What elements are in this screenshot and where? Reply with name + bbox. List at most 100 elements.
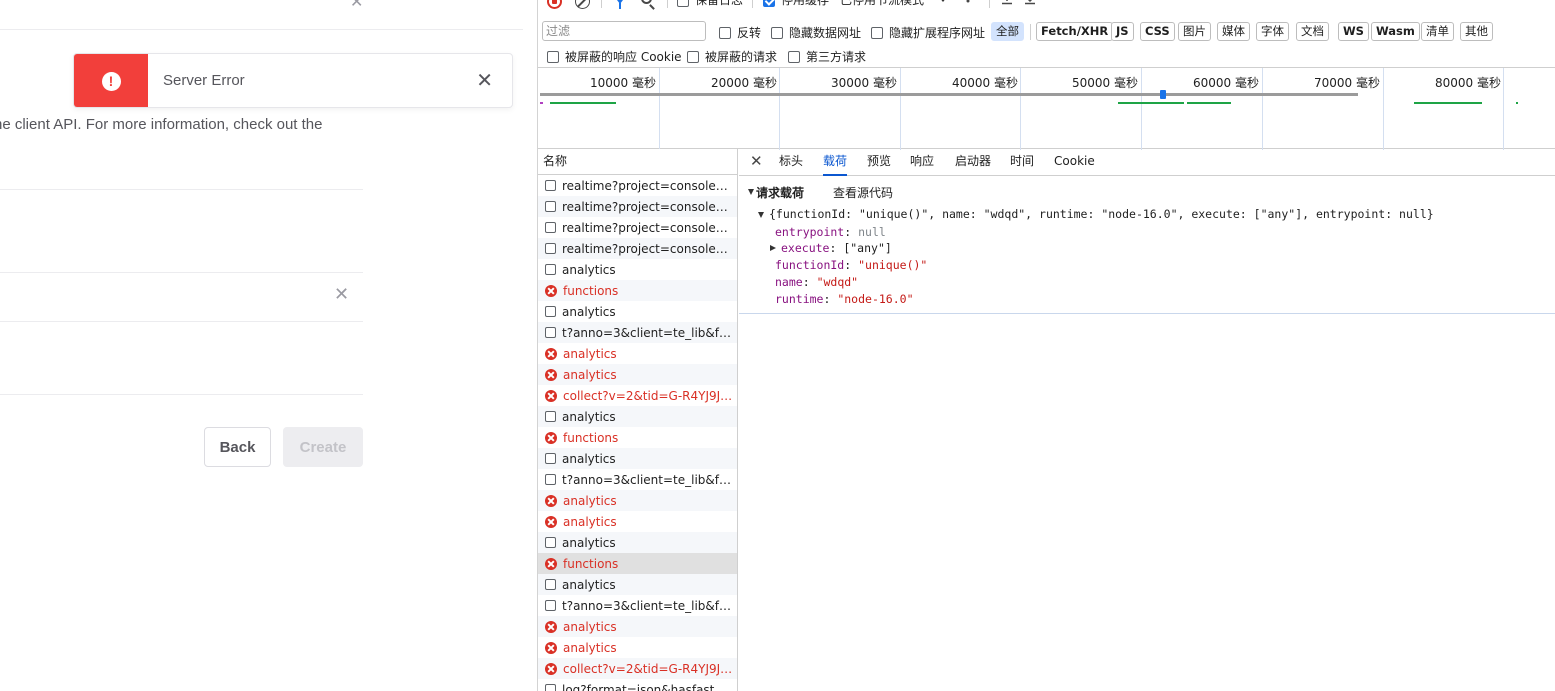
payload-summary[interactable]: {functionId: "unique()", name: "wdqd", r… — [769, 207, 1434, 221]
type-filter-fetch-xhr[interactable]: Fetch/XHR — [1036, 22, 1114, 41]
toolbar-separator — [667, 0, 668, 8]
view-source-link[interactable]: 查看源代码 — [833, 184, 893, 201]
request-row[interactable]: analytics — [538, 343, 737, 364]
name-column-header[interactable]: 名称 — [538, 149, 737, 175]
timeline-tick: 70000 毫秒 — [1314, 76, 1380, 90]
expand-arrow-icon[interactable] — [770, 245, 776, 251]
request-row[interactable]: realtime?project=console&ch... — [538, 175, 737, 196]
filter-icon[interactable] — [614, 0, 626, 9]
request-name: t?anno=3&client=te_lib&for... — [562, 598, 732, 613]
type-filter-font[interactable]: 字体 — [1256, 22, 1289, 41]
chevron-down-icon[interactable] — [939, 0, 947, 2]
request-row[interactable]: analytics — [538, 259, 737, 280]
blocked-cookies-label: 被屏蔽的响应 Cookie — [565, 50, 682, 64]
request-details: ✕ 标头 载荷 预览 响应 启动器 时间 Cookie 请求载荷 查看源代码 {… — [739, 149, 1555, 691]
clear-icon[interactable] — [575, 0, 590, 9]
throttling-select[interactable]: 已停用节流模式 — [840, 0, 924, 8]
request-row[interactable]: realtime?project=console&ch... — [538, 238, 737, 259]
request-row[interactable]: analytics — [538, 511, 737, 532]
tab-timing[interactable]: 时间 — [1010, 149, 1034, 176]
request-row[interactable]: analytics — [538, 406, 737, 427]
network-conditions-icon[interactable] — [960, 0, 976, 4]
request-name: realtime?project=console&ch... — [562, 241, 732, 256]
preserve-log-checkbox[interactable] — [677, 0, 689, 7]
request-icon — [545, 600, 556, 611]
hide-ext-urls-checkbox[interactable] — [871, 25, 883, 39]
close-icon[interactable]: ✕ — [750, 152, 763, 170]
back-button[interactable]: Back — [204, 427, 271, 467]
request-row[interactable]: analytics — [538, 616, 737, 637]
toast-close-icon[interactable]: ✕ — [476, 68, 493, 92]
type-filter-other[interactable]: 其他 — [1460, 22, 1493, 41]
invert-checkbox[interactable] — [719, 25, 731, 39]
type-filter-ws[interactable]: WS — [1338, 22, 1369, 41]
type-filter-js[interactable]: JS — [1111, 22, 1134, 41]
request-row[interactable]: collect?v=2&tid=G-R4YJ9JN8... — [538, 385, 737, 406]
payload-field-execute[interactable]: execute: ["any"] — [781, 241, 892, 255]
toolbar-separator — [1030, 24, 1031, 40]
third-party-checkbox[interactable] — [788, 49, 800, 63]
request-row[interactable]: analytics — [538, 364, 737, 385]
clear-field-icon[interactable]: ✕ — [334, 284, 349, 305]
request-row[interactable]: t?anno=3&client=te_lib&for... — [538, 469, 737, 490]
request-row[interactable]: t?anno=3&client=te_lib&for... — [538, 595, 737, 616]
app-pane: ✕ ! Server Error ✕ he client API. For mo… — [0, 0, 523, 691]
hide-data-urls-checkbox[interactable] — [771, 25, 783, 39]
type-filter-all[interactable]: 全部 — [991, 22, 1024, 41]
request-row[interactable]: realtime?project=console&ch... — [538, 196, 737, 217]
tab-cookies[interactable]: Cookie — [1054, 149, 1095, 176]
blocked-requests-label: 被屏蔽的请求 — [705, 50, 778, 64]
type-filter-media[interactable]: 媒体 — [1217, 22, 1250, 41]
create-button[interactable]: Create — [283, 427, 363, 467]
request-row[interactable]: functions — [538, 553, 737, 574]
request-row[interactable]: log?format=json&hasfast=tru... — [538, 679, 737, 691]
filter-input[interactable]: 过滤 — [542, 21, 706, 41]
request-row[interactable]: analytics — [538, 301, 737, 322]
request-row[interactable]: collect?v=2&tid=G-R4YJ9JN8... — [538, 658, 737, 679]
close-icon[interactable]: ✕ — [350, 0, 363, 11]
request-row[interactable]: analytics — [538, 490, 737, 511]
request-name: analytics — [563, 514, 617, 529]
tab-headers[interactable]: 标头 — [779, 149, 803, 176]
timeline-tick: 40000 毫秒 — [952, 76, 1018, 90]
timeline-request-bar — [1118, 102, 1184, 104]
request-row[interactable]: functions — [538, 427, 737, 448]
type-filter-img[interactable]: 图片 — [1178, 22, 1211, 41]
upload-icon[interactable] — [1001, 0, 1013, 5]
download-icon[interactable] — [1024, 0, 1036, 5]
error-icon — [545, 389, 557, 402]
type-filter-doc[interactable]: 文档 — [1296, 22, 1329, 41]
payload-field-name: name: "wdqd" — [775, 275, 859, 289]
type-filter-manifest[interactable]: 清单 — [1421, 22, 1454, 41]
tab-response[interactable]: 响应 — [910, 149, 934, 176]
timeline-overview[interactable]: 10000 毫秒 20000 毫秒 30000 毫秒 40000 毫秒 5000… — [538, 67, 1555, 150]
disable-cache-checkbox[interactable] — [763, 0, 775, 7]
tab-payload[interactable]: 载荷 — [823, 149, 848, 176]
request-name: analytics — [563, 367, 617, 382]
tab-initiator[interactable]: 启动器 — [955, 149, 991, 176]
field-value: "node-16.0" — [837, 292, 914, 306]
timeline-range-handle[interactable] — [1160, 90, 1166, 99]
request-row[interactable]: realtime?project=console&ch... — [538, 217, 737, 238]
timeline-request-bar — [550, 102, 616, 104]
request-row[interactable]: functions — [538, 280, 737, 301]
tab-preview[interactable]: 预览 — [867, 149, 891, 176]
blocked-cookies-checkbox[interactable] — [547, 49, 559, 63]
search-icon[interactable] — [641, 0, 652, 4]
request-row[interactable]: analytics — [538, 637, 737, 658]
request-name: collect?v=2&tid=G-R4YJ9JN8... — [563, 388, 733, 403]
timeline-range-track[interactable] — [540, 93, 1358, 96]
expand-arrow-icon[interactable] — [758, 212, 764, 218]
record-stop-icon[interactable] — [547, 0, 562, 9]
request-row[interactable]: analytics — [538, 532, 737, 553]
hide-ext-urls-label: 隐藏扩展程序网址 — [889, 26, 986, 40]
type-filter-css[interactable]: CSS — [1140, 22, 1175, 41]
request-row[interactable]: t?anno=3&client=te_lib&for... — [538, 322, 737, 343]
type-filter-wasm[interactable]: Wasm — [1371, 22, 1420, 41]
request-row[interactable]: analytics — [538, 574, 737, 595]
request-row[interactable]: analytics — [538, 448, 737, 469]
collapse-arrow-icon[interactable] — [748, 189, 754, 195]
timeline-gridline — [1141, 68, 1142, 150]
payload-section-title[interactable]: 请求载荷 — [756, 184, 804, 201]
blocked-requests-checkbox[interactable] — [687, 49, 699, 63]
